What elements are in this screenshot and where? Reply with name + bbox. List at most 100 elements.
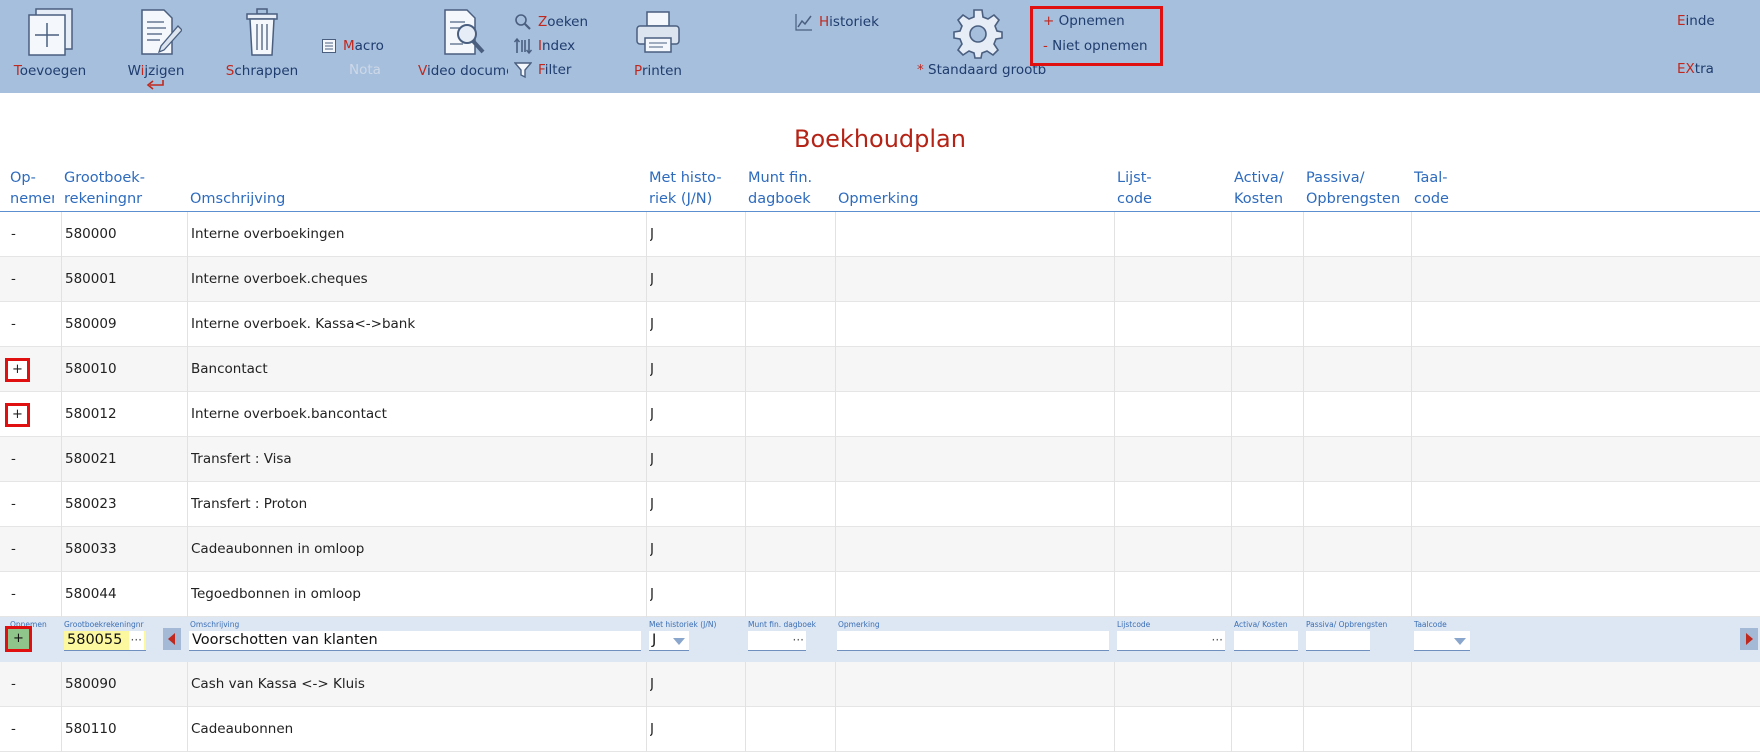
previous-record-arrow[interactable] bbox=[163, 628, 181, 650]
table-row[interactable]: +580010 Bancontact J bbox=[0, 347, 1760, 392]
column-divider bbox=[1303, 212, 1304, 257]
opnemen-cell[interactable]: - bbox=[11, 527, 16, 572]
opnemen-cell[interactable]: - bbox=[11, 707, 16, 752]
chevron-down-icon bbox=[1454, 638, 1466, 645]
col-header-passiva[interactable]: Passiva/Opbrengsten bbox=[1306, 168, 1400, 210]
opnemen-toggle[interactable]: + bbox=[5, 403, 30, 427]
rekeningnr-field[interactable]: 580055 ··· bbox=[64, 631, 146, 651]
table-row[interactable]: - 580110 Cadeaubonnen J bbox=[0, 707, 1760, 752]
page-title: Boekhoudplan bbox=[794, 125, 966, 153]
table-row[interactable]: - 580033 Cadeaubonnen in omloop J bbox=[0, 527, 1760, 572]
taalcode-select[interactable] bbox=[1414, 631, 1470, 651]
opnemen-cell[interactable]: - bbox=[11, 482, 16, 527]
table-row[interactable]: - 580000 Interne overboekingen J bbox=[0, 212, 1760, 257]
column-divider bbox=[835, 437, 836, 482]
table-row[interactable]: +580012 Interne overboek.bancontact J bbox=[0, 392, 1760, 437]
standaard-grootboek-button[interactable]: * Standaard grootb bbox=[917, 62, 1046, 78]
col-header-opmerking[interactable]: Opmerking bbox=[838, 189, 918, 210]
column-divider bbox=[1411, 212, 1412, 257]
table-row[interactable]: - 580023 Transfert : Proton J bbox=[0, 482, 1760, 527]
table-row[interactable]: - 580090 Cash van Kassa <-> Kluis J bbox=[0, 662, 1760, 707]
lijstcode-field[interactable]: ··· bbox=[1117, 631, 1225, 651]
column-divider bbox=[835, 572, 836, 617]
column-divider bbox=[745, 707, 746, 752]
omschrijving-cell: Bancontact bbox=[191, 361, 268, 377]
column-divider bbox=[835, 302, 836, 347]
col-header-opnemen[interactable]: Op-nemen bbox=[10, 168, 54, 210]
next-record-arrow[interactable] bbox=[1740, 628, 1758, 650]
table-row[interactable]: - 580021 Transfert : Visa J bbox=[0, 437, 1760, 482]
col-header-omschrijving[interactable]: Omschrijving bbox=[190, 189, 285, 210]
col-header-taalcode[interactable]: Taal-code bbox=[1414, 168, 1449, 210]
lookup-ellipsis-icon[interactable]: ··· bbox=[1212, 631, 1223, 650]
opmerking-field[interactable] bbox=[837, 631, 1109, 651]
opnemen-toggle[interactable]: + bbox=[5, 358, 30, 382]
table-row[interactable]: - 580044 Tegoedbonnen in omloop J bbox=[0, 572, 1760, 617]
omschrijving-cell: Cash van Kassa <-> Kluis bbox=[191, 676, 365, 692]
historiek-select[interactable]: J bbox=[649, 631, 689, 651]
column-divider bbox=[835, 707, 836, 752]
column-divider bbox=[1303, 392, 1304, 437]
column-divider bbox=[61, 527, 62, 572]
column-divider bbox=[646, 437, 647, 482]
opnemen-cell[interactable]: - bbox=[11, 572, 16, 617]
nota-button[interactable]: Nota bbox=[349, 62, 381, 78]
col-header-rekeningnr[interactable]: Grootboek-rekeningnr bbox=[64, 168, 145, 210]
opnemen-cell[interactable]: - bbox=[11, 302, 16, 347]
settings-button[interactable] bbox=[950, 8, 1006, 60]
opnemen-cell[interactable]: - bbox=[11, 437, 16, 482]
omschrijving-cell: Interne overboek.cheques bbox=[191, 271, 368, 287]
einde-button[interactable]: Einde bbox=[1677, 13, 1715, 29]
col-header-historiek[interactable]: Met histo-riek (J/N) bbox=[649, 168, 722, 210]
lookup-ellipsis-icon[interactable]: ··· bbox=[793, 631, 804, 650]
schrappen-button[interactable]: Schrappen bbox=[222, 6, 302, 79]
rekeningnr-cell: 580033 bbox=[65, 541, 117, 557]
column-divider bbox=[646, 707, 647, 752]
index-button[interactable]: Index bbox=[514, 37, 575, 55]
historiek-cell: J bbox=[650, 226, 654, 242]
historiek-cell: J bbox=[650, 271, 654, 287]
col-header-activa[interactable]: Activa/Kosten bbox=[1234, 168, 1284, 210]
passiva-field[interactable] bbox=[1306, 631, 1370, 651]
munt-field[interactable]: ··· bbox=[748, 631, 806, 651]
column-divider bbox=[646, 482, 647, 527]
column-divider bbox=[1231, 707, 1232, 752]
column-divider bbox=[1114, 257, 1115, 302]
column-divider bbox=[1303, 707, 1304, 752]
opnemen-cell[interactable]: - bbox=[11, 212, 16, 257]
toevoegen-button[interactable]: Toevoegen bbox=[10, 6, 90, 79]
column-divider bbox=[61, 302, 62, 347]
column-divider bbox=[187, 302, 188, 347]
lookup-ellipsis-icon[interactable]: ··· bbox=[128, 631, 144, 650]
printen-button[interactable]: Printen bbox=[620, 6, 696, 79]
document-search-icon bbox=[444, 9, 485, 55]
column-divider bbox=[646, 257, 647, 302]
column-divider bbox=[1411, 437, 1412, 482]
macro-button[interactable]: Macro bbox=[321, 38, 384, 54]
opnemen-button[interactable]: + Opnemen bbox=[1043, 13, 1125, 29]
omschrijving-field[interactable]: Voorschotten van klanten bbox=[189, 631, 641, 651]
opnemen-cell[interactable]: - bbox=[11, 257, 16, 302]
rekeningnr-cell: 580009 bbox=[65, 316, 117, 332]
wijzigen-button[interactable]: Wijzigen bbox=[118, 6, 194, 91]
col-header-munt[interactable]: Munt fin. dagboek bbox=[748, 168, 812, 210]
rekeningnr-cell: 580110 bbox=[65, 721, 117, 737]
opnemen-toggle[interactable]: + bbox=[5, 626, 32, 652]
video-documentatie-button[interactable]: Video docume bbox=[418, 6, 508, 79]
table-row[interactable]: - 580009 Interne overboek. Kassa<->bank J bbox=[0, 302, 1760, 347]
niet-opnemen-button[interactable]: - Niet opnemen bbox=[1043, 38, 1148, 54]
column-divider bbox=[745, 302, 746, 347]
column-divider bbox=[187, 662, 188, 707]
add-document-icon bbox=[28, 8, 73, 56]
table-row[interactable]: - 580001 Interne overboek.cheques J bbox=[0, 257, 1760, 302]
col-header-lijstcode[interactable]: Lijst-code bbox=[1117, 168, 1152, 210]
activa-field[interactable] bbox=[1234, 631, 1298, 651]
zoeken-button[interactable]: Zoeken bbox=[514, 13, 588, 31]
filter-button[interactable]: Filter bbox=[514, 61, 571, 79]
column-divider bbox=[835, 662, 836, 707]
column-divider bbox=[745, 527, 746, 572]
column-divider bbox=[745, 257, 746, 302]
opnemen-cell[interactable]: - bbox=[11, 662, 16, 707]
historiek-button[interactable]: Historiek bbox=[795, 13, 879, 31]
extra-button[interactable]: EXtra bbox=[1677, 61, 1714, 77]
